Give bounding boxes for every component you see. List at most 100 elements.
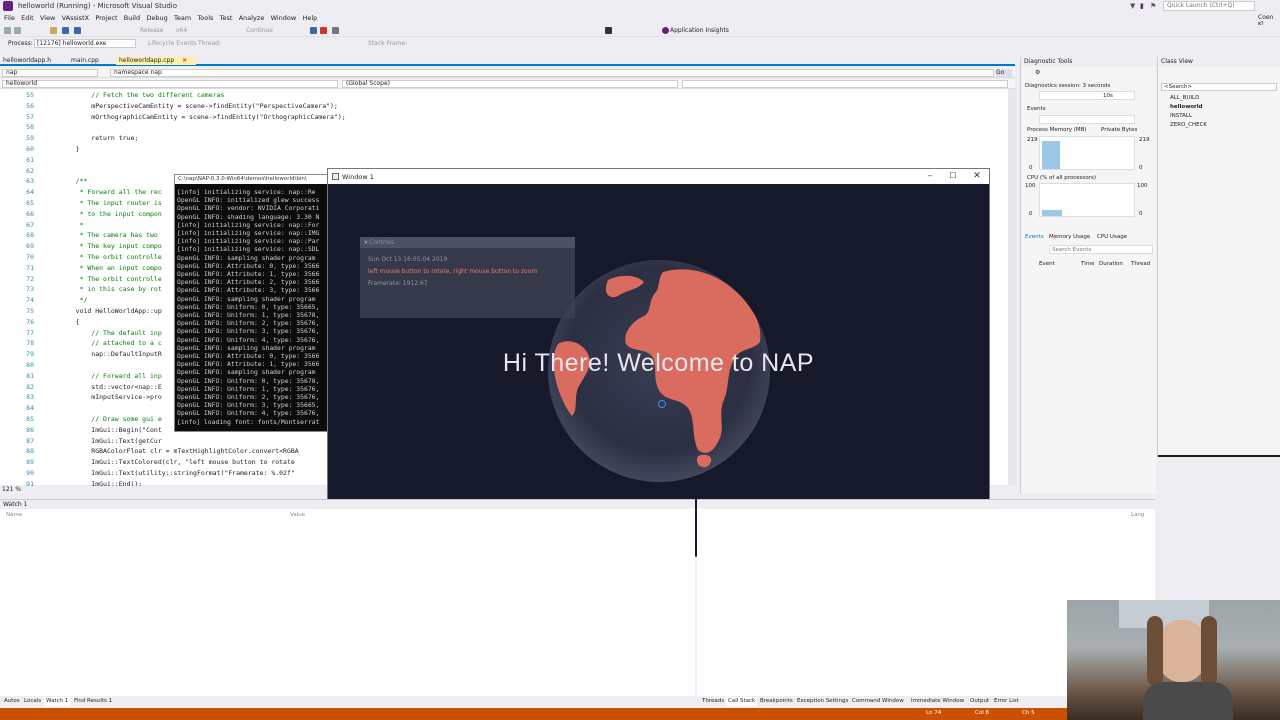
watch-col-value[interactable]: Value — [290, 512, 305, 518]
quick-launch-input[interactable]: Quick Launch (Ctrl+Q) — [1163, 1, 1255, 11]
save-all-icon[interactable] — [74, 27, 81, 34]
menu-window[interactable]: Window — [271, 13, 297, 24]
tab-threads[interactable]: Threads — [700, 697, 726, 706]
tab-error-list[interactable]: Error List — [992, 697, 1021, 706]
watch-col-name[interactable]: Name — [6, 512, 22, 518]
flag-icon[interactable]: ⚑ — [1150, 2, 1158, 10]
menu-analyze[interactable]: Analyze — [239, 13, 265, 24]
menu-build[interactable]: Build — [124, 13, 140, 24]
menu-project[interactable]: Project — [95, 13, 117, 24]
application-insights-button[interactable]: Application Insights — [670, 27, 729, 34]
forward-icon[interactable] — [14, 27, 21, 34]
pause-icon[interactable] — [310, 27, 317, 34]
tab-cpu-usage[interactable]: CPU Usage — [1097, 234, 1127, 240]
config-dropdown[interactable]: Release — [140, 27, 163, 34]
code-line[interactable]: */ — [60, 296, 88, 304]
tab-helloworldapp-h[interactable]: helloworldapp.h — [0, 57, 54, 65]
settings-icon[interactable]: ⚙ — [1035, 69, 1040, 76]
tab-events[interactable]: Events — [1025, 234, 1044, 240]
code-line[interactable]: return true; — [60, 134, 138, 142]
member-dropdown[interactable] — [682, 80, 1008, 88]
code-line[interactable]: // attached to a c — [60, 339, 161, 347]
code-line[interactable]: // Draw some gui e — [60, 415, 161, 423]
menu-help[interactable]: Help — [302, 13, 317, 24]
lifecycle-events-button[interactable]: Lifecycle Events — [148, 40, 197, 47]
code-line[interactable]: RGBAColorFloat clr = mTextHighlightColor… — [60, 447, 298, 455]
back-icon[interactable] — [4, 27, 11, 34]
global-scope-dropdown[interactable]: (Global Scope) — [342, 80, 678, 88]
tab-exception-settings[interactable]: Exception Settings — [795, 697, 850, 706]
col-duration[interactable]: Duration — [1099, 261, 1123, 267]
code-line[interactable]: * Forward all the rec — [60, 188, 162, 196]
editor-scrollbar[interactable] — [1008, 89, 1016, 485]
tab-watch-1[interactable]: Watch 1 — [44, 697, 71, 706]
code-line[interactable]: void HelloWorldApp::up — [60, 307, 162, 315]
tab-output[interactable]: Output — [968, 697, 991, 706]
class-item-install[interactable]: INSTALL — [1170, 113, 1192, 119]
code-line[interactable]: // The default inp — [60, 329, 161, 337]
class-item-zero-check[interactable]: ZERO_CHECK — [1170, 122, 1207, 128]
code-line[interactable]: * The orbit controlle — [60, 253, 162, 261]
menu-test[interactable]: Test — [220, 13, 233, 24]
code-line[interactable]: /** — [60, 177, 88, 185]
code-line[interactable]: * — [60, 221, 84, 229]
code-line[interactable]: * The camera has two — [60, 231, 158, 239]
go-button[interactable]: Go — [996, 69, 1012, 77]
code-line[interactable]: nap::DefaultInputR — [60, 350, 161, 358]
col-time[interactable]: Time — [1081, 261, 1094, 267]
timeline[interactable] — [1039, 91, 1135, 100]
tab-helloworldapp-cpp[interactable]: helloworldapp.cpp ✕ — [116, 57, 196, 65]
code-line[interactable]: mInputService->pro — [60, 393, 161, 401]
minimize-icon[interactable]: – — [925, 171, 935, 181]
tab-main-cpp[interactable]: main.cpp — [68, 57, 102, 65]
code-line[interactable]: } — [60, 145, 80, 153]
menu-file[interactable]: File — [4, 13, 15, 24]
code-line[interactable]: * The orbit controlle — [60, 275, 162, 283]
menu-tools[interactable]: Tools — [197, 13, 213, 24]
platform-dropdown[interactable]: x64 — [176, 27, 187, 34]
class-search-input[interactable]: <Search> — [1161, 83, 1277, 91]
tab-autos[interactable]: Autos — [2, 697, 22, 706]
save-icon[interactable] — [62, 27, 69, 34]
code-line[interactable]: * The input router is — [60, 199, 162, 207]
continue-button[interactable]: Continue — [246, 27, 273, 34]
console-window[interactable]: C:\nap\NAP-0.3.0-Win64\demos\helloworld\… — [174, 174, 334, 432]
controls-panel[interactable]: Controls ▼ Sun Oct 13 16:05:04 2019 left… — [360, 237, 575, 318]
code-line[interactable]: mOrthographicCamEntity = scene->findEnti… — [60, 113, 345, 121]
stop-icon[interactable] — [320, 27, 327, 34]
maximize-icon[interactable]: ☐ — [948, 171, 958, 181]
code-line[interactable]: mPerspectiveCamEntity = scene->findEntit… — [60, 102, 338, 110]
controls-header[interactable]: Controls — [360, 237, 575, 248]
class-item-helloworld[interactable]: helloworld — [1170, 104, 1203, 110]
code-line[interactable]: // Fetch the two different cameras — [60, 91, 224, 99]
file-dropdown[interactable]: helloworld — [2, 80, 338, 88]
code-line[interactable]: * When an input compo — [60, 264, 162, 272]
restart-icon[interactable] — [332, 27, 339, 34]
feedback-icon[interactable]: ▮ — [1140, 2, 1148, 10]
menu-view[interactable]: View — [40, 13, 55, 24]
collapse-arrow-icon[interactable]: ▼ — [364, 240, 368, 246]
scope-dropdown[interactable]: namespace nap — [110, 69, 994, 77]
filter-icon[interactable]: ▼ — [1130, 2, 1138, 10]
tab-memory-usage[interactable]: Memory Usage — [1049, 234, 1090, 240]
col-event[interactable]: Event — [1039, 261, 1055, 267]
code-line[interactable]: ImGui::TextColored(clr, "left mouse butt… — [60, 458, 295, 466]
code-line[interactable]: * to the input compon — [60, 210, 162, 218]
close-icon[interactable]: ✕ — [972, 171, 982, 181]
bookmark-icon[interactable] — [605, 27, 612, 34]
code-line[interactable]: // Forward all inp — [60, 372, 161, 380]
call-stack-col-lang[interactable]: Lang — [1131, 512, 1144, 518]
menu-vassistx[interactable]: VAssistX — [62, 13, 89, 24]
class-item-all-build[interactable]: ALL_BUILD — [1170, 95, 1199, 101]
code-line[interactable]: * The key input compo — [60, 242, 162, 250]
tab-find-results-1[interactable]: Find Results 1 — [72, 697, 114, 706]
menu-debug[interactable]: Debug — [146, 13, 167, 24]
menu-team[interactable]: Team — [174, 13, 191, 24]
process-dropdown[interactable]: [12176] helloworld.exe — [34, 39, 136, 48]
code-line[interactable]: ImGui::Begin("Cont — [60, 426, 161, 434]
tab-locals[interactable]: Locals — [22, 697, 43, 706]
col-thread[interactable]: Thread — [1131, 261, 1150, 267]
tab-call-stack[interactable]: Call Stack — [726, 697, 758, 706]
code-line[interactable]: { — [60, 318, 80, 326]
menu-edit[interactable]: Edit — [21, 13, 34, 24]
